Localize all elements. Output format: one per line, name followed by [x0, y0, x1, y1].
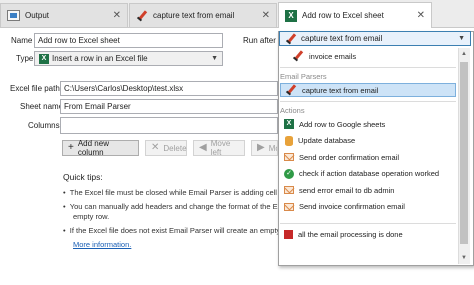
- item-label: check if action database operation worke…: [299, 169, 440, 178]
- tip-text: If the Excel file does not exist Email P…: [69, 226, 278, 235]
- close-icon[interactable]: ✕: [262, 10, 270, 21]
- more-information-link[interactable]: More information.: [73, 240, 131, 249]
- delete-button[interactable]: ✕ Delete: [145, 140, 187, 156]
- tip-item: • You can manually add headers and chang…: [63, 202, 278, 211]
- list-item-google-sheets[interactable]: X Add row to Google sheets: [280, 117, 456, 131]
- add-new-column-button[interactable]: + Add new column: [62, 139, 139, 157]
- check-icon: ✓: [284, 168, 294, 179]
- list-item-send-invoice-email[interactable]: Send invoice confirmation email: [280, 200, 456, 214]
- list-item-processing-done[interactable]: all the email processing is done: [280, 228, 456, 242]
- sheet-name-input[interactable]: From Email Parser: [60, 99, 278, 114]
- sheet-icon: X: [284, 119, 294, 129]
- item-label: Send invoice confirmation email: [299, 202, 405, 211]
- item-label: invoice emails: [309, 51, 357, 61]
- pen-icon: [285, 33, 297, 45]
- list-item-update-database[interactable]: Update database: [280, 134, 456, 148]
- list-item-send-error-email[interactable]: send error email to db admin: [280, 183, 456, 197]
- tip-item-continued: empty row.: [63, 212, 278, 222]
- chevron-down-icon: ▼: [458, 35, 465, 42]
- database-icon: [285, 135, 293, 146]
- delete-label: Delete: [163, 143, 187, 153]
- list-item-check-db-operation[interactable]: ✓ check if action database operation wor…: [280, 167, 456, 181]
- tab-add-row-excel[interactable]: X Add row to Excel sheet ✕: [278, 2, 432, 28]
- tip-item: • The Excel file must be closed while Em…: [63, 188, 277, 197]
- pen-icon: [292, 50, 304, 62]
- name-label: Name: [11, 36, 33, 45]
- add-new-column-label: Add new column: [77, 139, 109, 157]
- tab-label: Add row to Excel sheet: [302, 11, 384, 20]
- move-left-button[interactable]: ◀ Move left: [193, 139, 245, 157]
- run-after-select[interactable]: capture text from email ▼: [279, 31, 471, 46]
- item-label: capture text from email: [302, 85, 379, 95]
- move-right-label: Mov: [268, 143, 277, 153]
- arrow-left-icon: ◀: [199, 142, 207, 153]
- columns-input[interactable]: [60, 117, 278, 134]
- pen-icon: [136, 10, 148, 22]
- quick-tips-heading: Quick tips:: [63, 172, 103, 182]
- quick-tips: Quick tips: • The Excel file must be clo…: [63, 172, 278, 249]
- scrollbar-thumb[interactable]: [460, 62, 468, 244]
- item-label: all the email processing is done: [298, 230, 403, 239]
- output-icon: [7, 10, 20, 21]
- list-item-send-order-email[interactable]: Send order confirmation email: [280, 150, 456, 164]
- divider: [280, 222, 456, 224]
- excel-file-path-label: Excel file path: [10, 84, 60, 93]
- divider: [280, 101, 456, 102]
- divider: [280, 67, 456, 68]
- tip-text: The Excel file must be closed while Emai…: [69, 188, 277, 197]
- plus-icon: +: [68, 142, 74, 153]
- arrow-right-icon: ▶: [257, 142, 265, 153]
- pen-icon: [285, 84, 297, 96]
- close-icon[interactable]: ✕: [417, 10, 425, 21]
- move-left-label: Move left: [210, 139, 231, 157]
- envelope-icon: [284, 202, 294, 211]
- chevron-down-icon: ▼: [211, 55, 218, 62]
- run-after-label: Run after: [243, 36, 276, 45]
- columns-label: Columns: [28, 121, 60, 130]
- list-item-invoice-emails[interactable]: invoice emails: [280, 49, 456, 63]
- scroll-down-icon[interactable]: ▼: [458, 252, 470, 264]
- delete-icon: ✕: [151, 142, 160, 153]
- list-item-capture-text[interactable]: capture text from email: [280, 83, 456, 97]
- run-after-value: capture text from email: [301, 34, 383, 43]
- dropdown-items: invoice emails Email Parsers capture tex…: [280, 49, 456, 242]
- tip-item: • If the Excel file does not exist Email…: [63, 226, 278, 236]
- stop-icon: [284, 230, 293, 239]
- item-label: Update database: [298, 136, 356, 145]
- type-select[interactable]: X Insert a row in an Excel file ▼: [34, 51, 223, 66]
- sheet-name-label: Sheet name: [20, 102, 64, 111]
- item-label: Add row to Google sheets: [299, 119, 386, 129]
- excel-icon: X: [39, 53, 49, 64]
- tab-capture-text[interactable]: capture text from email ✕: [129, 3, 277, 27]
- tab-label: capture text from email: [153, 11, 235, 20]
- tip-text: You can manually add headers and change …: [69, 202, 278, 211]
- move-right-button[interactable]: ▶ Mov: [251, 140, 278, 156]
- type-value: Insert a row in an Excel file: [52, 54, 148, 63]
- tab-label: Output: [25, 11, 50, 20]
- scroll-up-icon[interactable]: ▲: [458, 48, 470, 60]
- type-label: Type: [16, 54, 34, 63]
- tab-output[interactable]: Output ✕: [0, 3, 128, 27]
- name-input[interactable]: Add row to Excel sheet: [34, 33, 223, 48]
- item-label: Send order confirmation email: [299, 152, 400, 162]
- tip-text: empty row.: [73, 212, 110, 221]
- section-email-parsers: Email Parsers: [280, 72, 327, 81]
- envelope-icon: [284, 153, 294, 161]
- envelope-icon: [284, 186, 294, 194]
- section-actions: Actions: [280, 106, 305, 115]
- close-icon[interactable]: ✕: [113, 10, 121, 21]
- item-label: send error email to db admin: [299, 185, 395, 195]
- excel-file-path-input[interactable]: C:\Users\Carlos\Desktop\test.xlsx: [60, 81, 278, 96]
- excel-icon: X: [285, 9, 297, 22]
